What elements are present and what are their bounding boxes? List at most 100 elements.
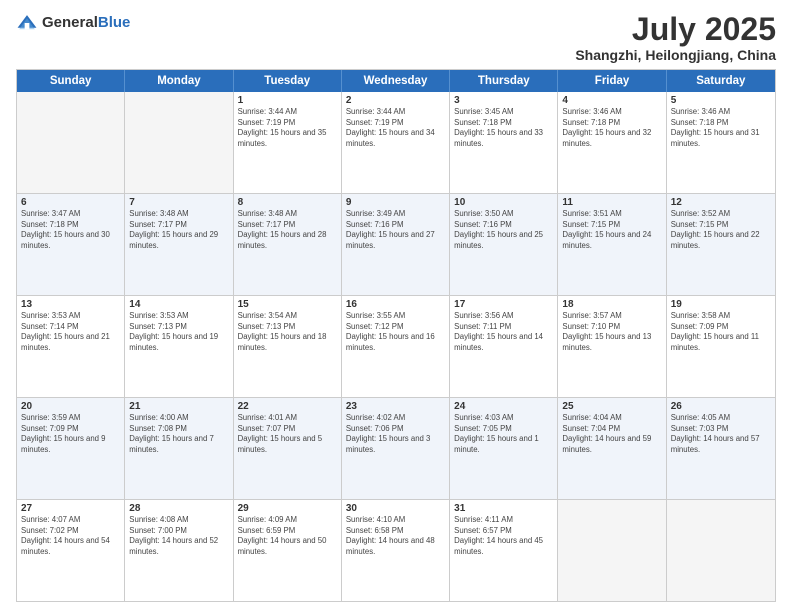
cell-info: Sunrise: 3:46 AMSunset: 7:18 PMDaylight:…: [671, 107, 771, 149]
cal-cell: 1Sunrise: 3:44 AMSunset: 7:19 PMDaylight…: [234, 92, 342, 193]
day-number: 13: [21, 299, 120, 310]
cal-cell: 30Sunrise: 4:10 AMSunset: 6:58 PMDayligh…: [342, 500, 450, 601]
day-number: 7: [129, 197, 228, 208]
cal-cell: [17, 92, 125, 193]
cal-cell: 3Sunrise: 3:45 AMSunset: 7:18 PMDaylight…: [450, 92, 558, 193]
cell-info: Sunrise: 4:07 AMSunset: 7:02 PMDaylight:…: [21, 515, 120, 557]
cell-info: Sunrise: 3:53 AMSunset: 7:13 PMDaylight:…: [129, 311, 228, 353]
cal-cell: 13Sunrise: 3:53 AMSunset: 7:14 PMDayligh…: [17, 296, 125, 397]
day-number: 11: [562, 197, 661, 208]
cell-info: Sunrise: 3:56 AMSunset: 7:11 PMDaylight:…: [454, 311, 553, 353]
logo-blue: Blue: [98, 14, 131, 31]
day-number: 19: [671, 299, 771, 310]
cal-cell: [125, 92, 233, 193]
cell-info: Sunrise: 3:48 AMSunset: 7:17 PMDaylight:…: [129, 209, 228, 251]
day-number: 30: [346, 503, 445, 514]
cal-cell: 7Sunrise: 3:48 AMSunset: 7:17 PMDaylight…: [125, 194, 233, 295]
cell-info: Sunrise: 3:50 AMSunset: 7:16 PMDaylight:…: [454, 209, 553, 251]
cal-cell: 29Sunrise: 4:09 AMSunset: 6:59 PMDayligh…: [234, 500, 342, 601]
cell-info: Sunrise: 3:53 AMSunset: 7:14 PMDaylight:…: [21, 311, 120, 353]
cell-info: Sunrise: 4:03 AMSunset: 7:05 PMDaylight:…: [454, 413, 553, 455]
cal-cell: 2Sunrise: 3:44 AMSunset: 7:19 PMDaylight…: [342, 92, 450, 193]
cal-cell: 22Sunrise: 4:01 AMSunset: 7:07 PMDayligh…: [234, 398, 342, 499]
cal-cell: 11Sunrise: 3:51 AMSunset: 7:15 PMDayligh…: [558, 194, 666, 295]
day-number: 5: [671, 95, 771, 106]
cal-cell: 14Sunrise: 3:53 AMSunset: 7:13 PMDayligh…: [125, 296, 233, 397]
day-number: 6: [21, 197, 120, 208]
day-number: 21: [129, 401, 228, 412]
day-number: 18: [562, 299, 661, 310]
cell-info: Sunrise: 4:02 AMSunset: 7:06 PMDaylight:…: [346, 413, 445, 455]
cell-info: Sunrise: 3:54 AMSunset: 7:13 PMDaylight:…: [238, 311, 337, 353]
cell-info: Sunrise: 3:44 AMSunset: 7:19 PMDaylight:…: [238, 107, 337, 149]
cal-header-friday: Friday: [558, 70, 666, 92]
cal-cell: 5Sunrise: 3:46 AMSunset: 7:18 PMDaylight…: [667, 92, 775, 193]
cal-week-1: 1Sunrise: 3:44 AMSunset: 7:19 PMDaylight…: [17, 92, 775, 194]
logo-icon: [16, 12, 38, 34]
day-number: 14: [129, 299, 228, 310]
cal-cell: 28Sunrise: 4:08 AMSunset: 7:00 PMDayligh…: [125, 500, 233, 601]
day-number: 12: [671, 197, 771, 208]
logo-general: General: [42, 14, 98, 31]
cal-header-saturday: Saturday: [667, 70, 775, 92]
day-number: 8: [238, 197, 337, 208]
day-number: 28: [129, 503, 228, 514]
calendar: SundayMondayTuesdayWednesdayThursdayFrid…: [16, 69, 776, 602]
cell-info: Sunrise: 4:00 AMSunset: 7:08 PMDaylight:…: [129, 413, 228, 455]
cell-info: Sunrise: 4:08 AMSunset: 7:00 PMDaylight:…: [129, 515, 228, 557]
cal-header-wednesday: Wednesday: [342, 70, 450, 92]
cell-info: Sunrise: 4:05 AMSunset: 7:03 PMDaylight:…: [671, 413, 771, 455]
cal-cell: 31Sunrise: 4:11 AMSunset: 6:57 PMDayligh…: [450, 500, 558, 601]
cal-week-5: 27Sunrise: 4:07 AMSunset: 7:02 PMDayligh…: [17, 500, 775, 601]
cal-cell: 12Sunrise: 3:52 AMSunset: 7:15 PMDayligh…: [667, 194, 775, 295]
day-number: 3: [454, 95, 553, 106]
cell-info: Sunrise: 3:48 AMSunset: 7:17 PMDaylight:…: [238, 209, 337, 251]
title-location: Shangzhi, Heilongjiang, China: [575, 47, 776, 63]
cal-cell: [667, 500, 775, 601]
cal-cell: 10Sunrise: 3:50 AMSunset: 7:16 PMDayligh…: [450, 194, 558, 295]
day-number: 1: [238, 95, 337, 106]
day-number: 29: [238, 503, 337, 514]
cal-cell: 25Sunrise: 4:04 AMSunset: 7:04 PMDayligh…: [558, 398, 666, 499]
cell-info: Sunrise: 3:52 AMSunset: 7:15 PMDaylight:…: [671, 209, 771, 251]
cell-info: Sunrise: 3:49 AMSunset: 7:16 PMDaylight:…: [346, 209, 445, 251]
day-number: 2: [346, 95, 445, 106]
cal-cell: 23Sunrise: 4:02 AMSunset: 7:06 PMDayligh…: [342, 398, 450, 499]
cell-info: Sunrise: 3:58 AMSunset: 7:09 PMDaylight:…: [671, 311, 771, 353]
cal-cell: [558, 500, 666, 601]
cell-info: Sunrise: 4:01 AMSunset: 7:07 PMDaylight:…: [238, 413, 337, 455]
cell-info: Sunrise: 3:59 AMSunset: 7:09 PMDaylight:…: [21, 413, 120, 455]
day-number: 26: [671, 401, 771, 412]
cell-info: Sunrise: 3:55 AMSunset: 7:12 PMDaylight:…: [346, 311, 445, 353]
cal-cell: 27Sunrise: 4:07 AMSunset: 7:02 PMDayligh…: [17, 500, 125, 601]
cal-cell: 24Sunrise: 4:03 AMSunset: 7:05 PMDayligh…: [450, 398, 558, 499]
cell-info: Sunrise: 4:11 AMSunset: 6:57 PMDaylight:…: [454, 515, 553, 557]
cell-info: Sunrise: 3:44 AMSunset: 7:19 PMDaylight:…: [346, 107, 445, 149]
cal-cell: 15Sunrise: 3:54 AMSunset: 7:13 PMDayligh…: [234, 296, 342, 397]
cal-cell: 4Sunrise: 3:46 AMSunset: 7:18 PMDaylight…: [558, 92, 666, 193]
cal-week-4: 20Sunrise: 3:59 AMSunset: 7:09 PMDayligh…: [17, 398, 775, 500]
cal-cell: 9Sunrise: 3:49 AMSunset: 7:16 PMDaylight…: [342, 194, 450, 295]
day-number: 24: [454, 401, 553, 412]
cell-info: Sunrise: 3:45 AMSunset: 7:18 PMDaylight:…: [454, 107, 553, 149]
cell-info: Sunrise: 3:51 AMSunset: 7:15 PMDaylight:…: [562, 209, 661, 251]
calendar-body: 1Sunrise: 3:44 AMSunset: 7:19 PMDaylight…: [17, 92, 775, 601]
cell-info: Sunrise: 3:46 AMSunset: 7:18 PMDaylight:…: [562, 107, 661, 149]
day-number: 4: [562, 95, 661, 106]
cell-info: Sunrise: 3:47 AMSunset: 7:18 PMDaylight:…: [21, 209, 120, 251]
day-number: 31: [454, 503, 553, 514]
cal-cell: 20Sunrise: 3:59 AMSunset: 7:09 PMDayligh…: [17, 398, 125, 499]
cal-cell: 17Sunrise: 3:56 AMSunset: 7:11 PMDayligh…: [450, 296, 558, 397]
title-month: July 2025: [575, 12, 776, 47]
cal-week-2: 6Sunrise: 3:47 AMSunset: 7:18 PMDaylight…: [17, 194, 775, 296]
day-number: 9: [346, 197, 445, 208]
logo: GeneralBlue: [16, 12, 130, 34]
cal-cell: 26Sunrise: 4:05 AMSunset: 7:03 PMDayligh…: [667, 398, 775, 499]
day-number: 27: [21, 503, 120, 514]
calendar-header-row: SundayMondayTuesdayWednesdayThursdayFrid…: [17, 70, 775, 92]
cal-week-3: 13Sunrise: 3:53 AMSunset: 7:14 PMDayligh…: [17, 296, 775, 398]
cell-info: Sunrise: 4:09 AMSunset: 6:59 PMDaylight:…: [238, 515, 337, 557]
day-number: 20: [21, 401, 120, 412]
cell-info: Sunrise: 4:04 AMSunset: 7:04 PMDaylight:…: [562, 413, 661, 455]
day-number: 22: [238, 401, 337, 412]
